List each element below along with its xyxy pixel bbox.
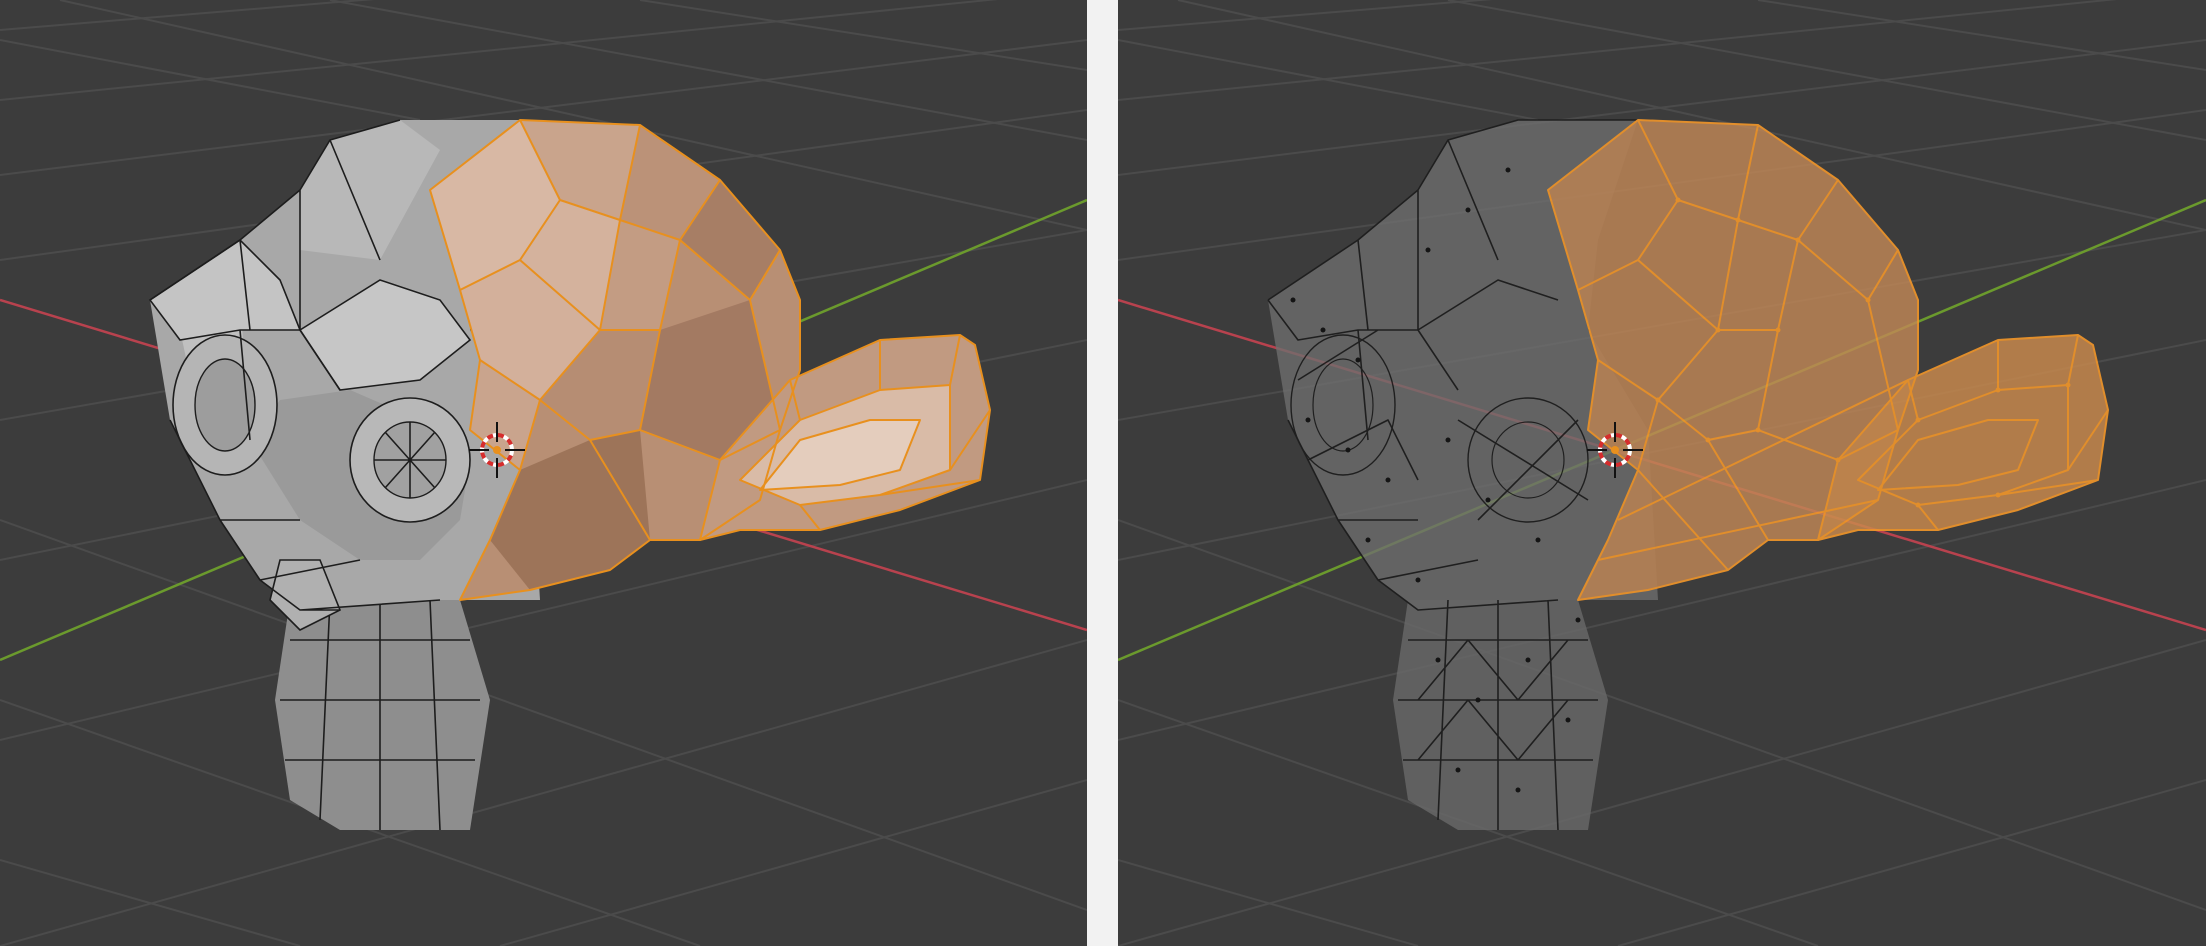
viewport-solid[interactable] [0, 0, 1087, 946]
mesh-chin [275, 600, 490, 830]
mesh-chin [1393, 600, 1608, 830]
viewport-xray-canvas[interactable] [1118, 0, 2206, 946]
viewport-divider[interactable] [1087, 0, 1118, 946]
viewport-solid-canvas[interactable] [0, 0, 1087, 946]
blender-comparison [0, 0, 2206, 946]
viewport-xray[interactable] [1118, 0, 2206, 946]
